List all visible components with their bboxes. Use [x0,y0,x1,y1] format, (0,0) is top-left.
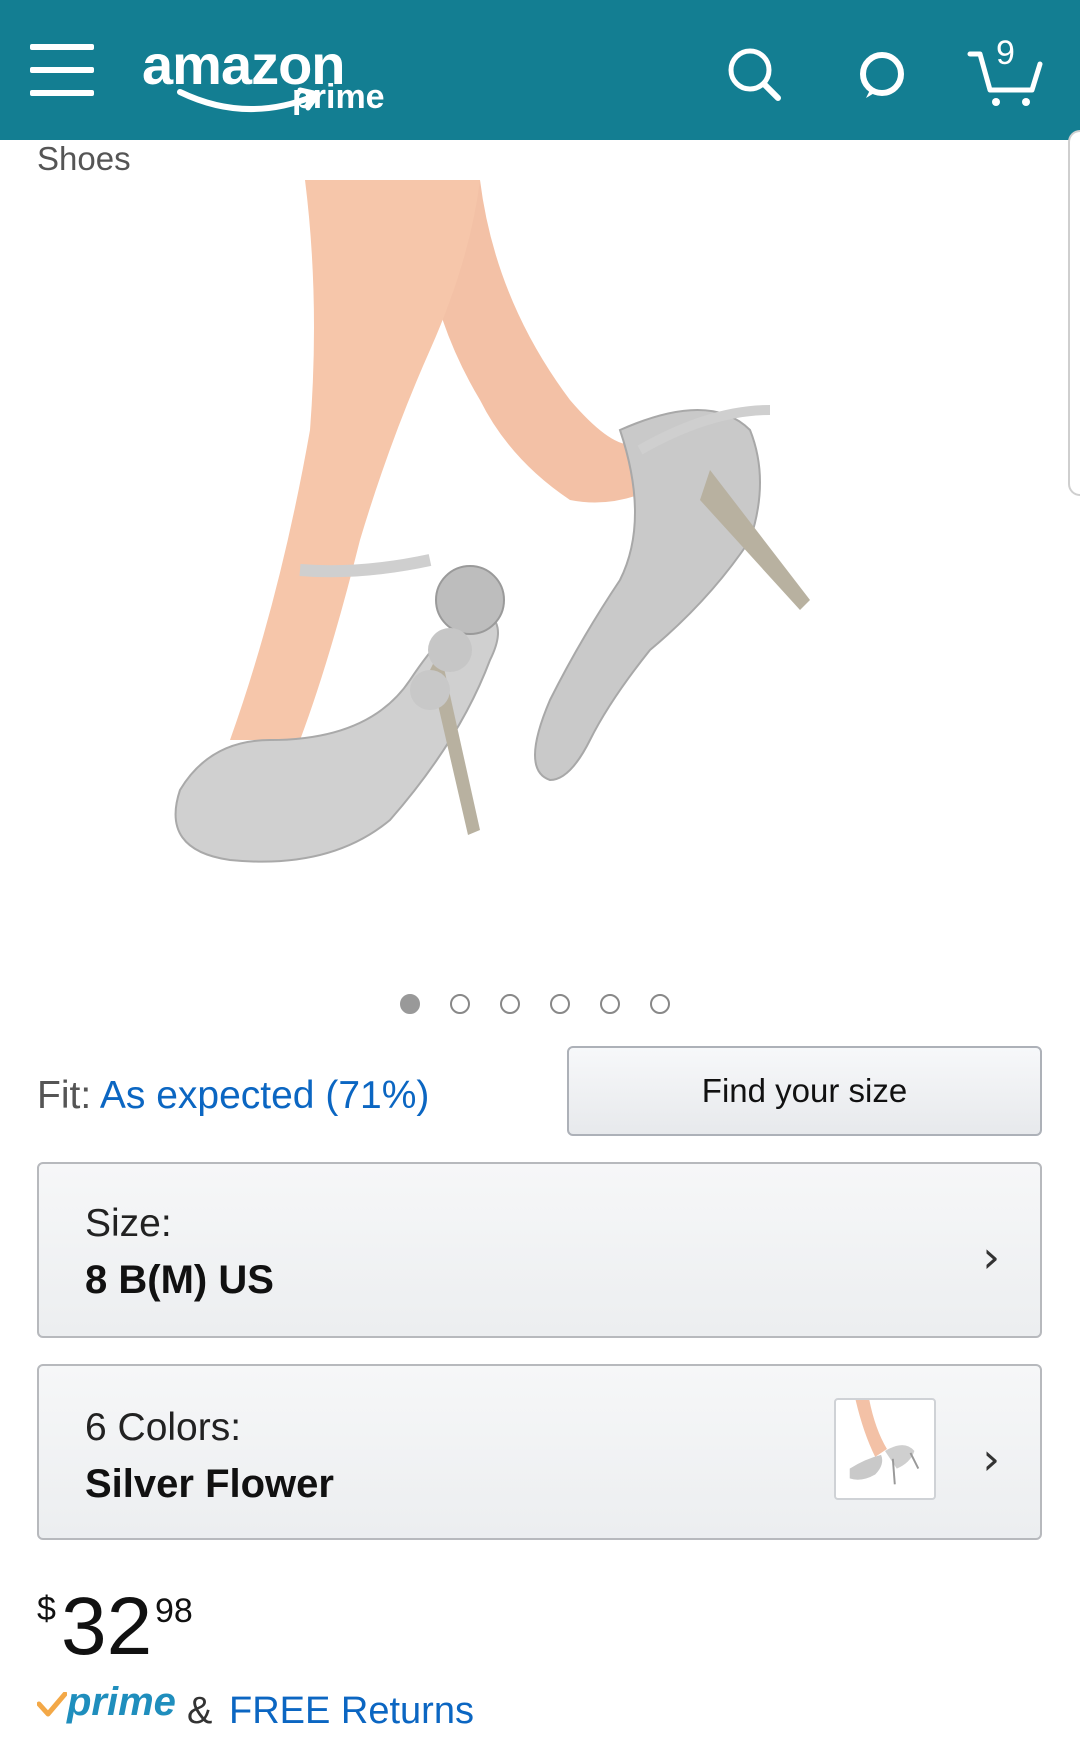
carousel-dot[interactable] [450,994,470,1014]
amazon-prime-logo[interactable]: amazon prime [140,26,420,126]
page-scroll-indicator[interactable] [1068,130,1080,496]
prime-shipping-info: prime & FREE Returns [37,1680,637,1733]
chevron-right-icon: › [982,1232,1000,1283]
logo-prime-text: prime [292,78,385,116]
cart-count: 9 [996,34,1015,72]
carousel-dot[interactable] [400,994,420,1014]
carousel-dot[interactable] [550,994,570,1014]
color-label: 6 Colors: [85,1406,242,1449]
search-icon[interactable] [716,34,796,114]
color-value: Silver Flower [85,1462,334,1506]
prime-check-icon [37,1692,67,1717]
fit-label: Fit: [37,1074,92,1117]
size-label: Size: [85,1202,172,1245]
product-image[interactable] [150,180,940,970]
color-swatch-thumbnail [834,1398,936,1500]
carousel-dot[interactable] [650,994,670,1014]
color-selector[interactable]: 6 Colors: Silver Flower › [37,1364,1042,1540]
size-value: 8 B(M) US [85,1258,274,1302]
ampersand: & [187,1690,213,1732]
chevron-right-icon: › [982,1434,1000,1485]
fit-value-link[interactable]: As expected (71%) [100,1074,430,1117]
carousel-dot[interactable] [500,994,520,1014]
price-currency: $ [37,1590,56,1628]
carousel-dot[interactable] [600,994,620,1014]
menu-icon[interactable] [30,44,94,96]
voice-assistant-icon[interactable] [842,34,922,114]
price-fraction: 98 [155,1592,193,1630]
size-selector[interactable]: Size: 8 B(M) US › [37,1162,1042,1338]
find-your-size-button[interactable]: Find your size [567,1046,1042,1136]
free-returns-link[interactable]: FREE Returns [229,1690,474,1733]
breadcrumb-category[interactable]: Shoes [37,140,131,178]
cart-button[interactable]: 9 [966,34,1046,114]
price-whole: 32 [61,1581,153,1672]
prime-badge: prime [67,1680,176,1724]
top-nav-bar: amazon prime 9 [0,0,1080,140]
fit-info: Fit: As expected (71%) [37,1074,429,1118]
